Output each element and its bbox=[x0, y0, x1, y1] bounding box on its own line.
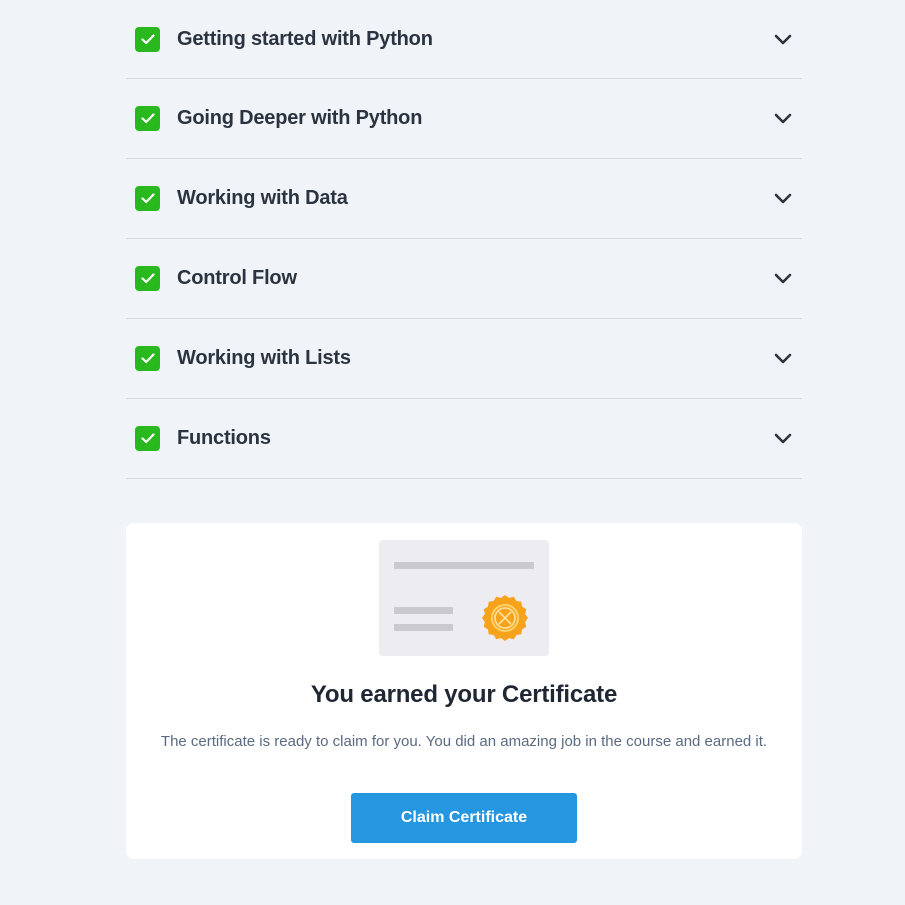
chevron-down-icon[interactable] bbox=[771, 27, 795, 51]
chevron-down-icon[interactable] bbox=[771, 347, 795, 371]
section-item-working-with-lists[interactable]: Working with Lists bbox=[126, 319, 802, 399]
section-title: Working with Data bbox=[177, 187, 348, 209]
section-item-working-with-data[interactable]: Working with Data bbox=[126, 159, 802, 239]
chevron-down-icon[interactable] bbox=[771, 187, 795, 211]
check-icon bbox=[135, 266, 160, 291]
certificate-illustration bbox=[379, 540, 549, 656]
check-icon bbox=[135, 26, 160, 52]
chevron-down-icon[interactable] bbox=[771, 107, 795, 131]
section-item-going-deeper[interactable]: Going Deeper with Python bbox=[126, 79, 802, 159]
section-title: Control Flow bbox=[177, 267, 297, 289]
certificate-description: The certificate is ready to claim for yo… bbox=[160, 733, 768, 750]
certificate-card: You earned your Certificate The certific… bbox=[126, 523, 802, 859]
check-icon bbox=[135, 186, 160, 211]
section-list: Getting started with Python Going Deeper… bbox=[126, 0, 802, 479]
check-icon bbox=[135, 346, 160, 371]
certificate-seal-icon bbox=[482, 595, 528, 641]
section-title: Working with Lists bbox=[177, 347, 351, 369]
course-content: Getting started with Python Going Deeper… bbox=[126, 0, 802, 479]
certificate-line bbox=[394, 607, 453, 614]
check-icon bbox=[135, 426, 160, 451]
section-title: Going Deeper with Python bbox=[177, 107, 423, 129]
section-item-control-flow[interactable]: Control Flow bbox=[126, 239, 802, 319]
certificate-title: You earned your Certificate bbox=[310, 681, 618, 708]
certificate-line bbox=[394, 562, 534, 569]
certificate-line bbox=[394, 624, 453, 631]
chevron-down-icon[interactable] bbox=[771, 427, 795, 451]
check-icon bbox=[135, 106, 160, 131]
section-item-functions[interactable]: Functions bbox=[126, 399, 802, 479]
section-title: Getting started with Python bbox=[177, 27, 433, 50]
chevron-down-icon[interactable] bbox=[771, 267, 795, 291]
section-title: Functions bbox=[177, 427, 271, 449]
claim-certificate-button[interactable]: Claim Certificate bbox=[351, 793, 577, 843]
section-item-getting-started[interactable]: Getting started with Python bbox=[126, 0, 802, 79]
